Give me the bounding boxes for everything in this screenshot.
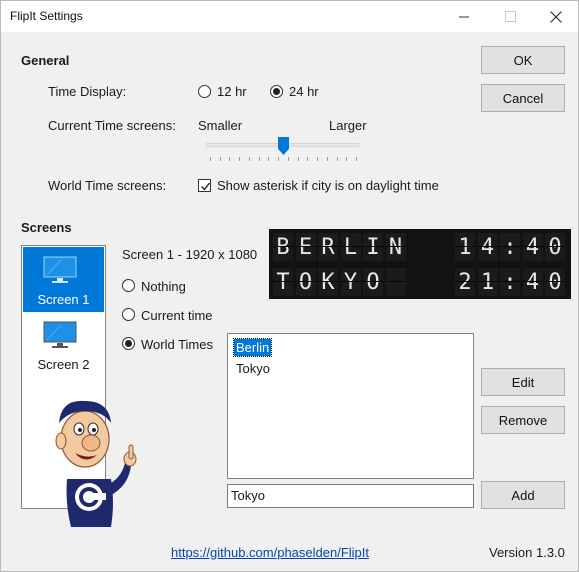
monitor-icon bbox=[43, 321, 77, 348]
flap-cell-time: : bbox=[500, 233, 520, 261]
slider-max-label: Larger bbox=[329, 118, 367, 133]
slider-tick bbox=[317, 157, 319, 161]
slider-tick bbox=[346, 157, 348, 161]
flap-cell-city: N bbox=[385, 233, 406, 261]
asterisk-checkbox[interactable] bbox=[198, 179, 211, 192]
slider-tick bbox=[239, 157, 241, 161]
remove-button[interactable]: Remove bbox=[481, 406, 565, 434]
flap-cell-city: I bbox=[363, 233, 383, 261]
flap-cell-city: B bbox=[273, 233, 293, 261]
flip-clock-preview: BERLIN14:40 TOKYO 21:40 bbox=[269, 229, 571, 299]
screen-item-2-label: Screen 2 bbox=[37, 357, 90, 372]
radio-nothing[interactable] bbox=[122, 279, 135, 292]
flap-cell-time: 1 bbox=[477, 268, 498, 296]
flap-cell-city: K bbox=[318, 268, 338, 296]
flap-cell-city: O bbox=[363, 268, 383, 296]
radio-world-times[interactable] bbox=[122, 337, 135, 350]
flap-cell-time: 4 bbox=[522, 268, 543, 296]
slider-min-label: Smaller bbox=[198, 118, 243, 133]
screens-heading: Screens bbox=[21, 220, 72, 235]
radio-current-time-label: Current time bbox=[141, 308, 213, 323]
slider-tick bbox=[307, 157, 309, 161]
cancel-button[interactable]: Cancel bbox=[481, 84, 565, 112]
window-title: FlipIt Settings bbox=[10, 9, 83, 23]
slider-tick bbox=[258, 157, 260, 161]
flap-cell-city: Y bbox=[340, 268, 361, 296]
flap-cell-city: E bbox=[295, 233, 316, 261]
flap-cell-city: R bbox=[318, 233, 338, 261]
city-input[interactable]: Tokyo bbox=[227, 484, 474, 508]
flap-cell-time: 4 bbox=[522, 233, 543, 261]
add-button[interactable]: Add bbox=[481, 481, 565, 509]
slider-tick bbox=[268, 157, 270, 161]
flap-cell-time: 0 bbox=[545, 268, 565, 296]
close-icon[interactable] bbox=[533, 1, 579, 32]
size-slider-thumb[interactable] bbox=[278, 137, 289, 155]
radio-12hr-label: 12 hr bbox=[217, 84, 247, 99]
list-item-berlin[interactable]: Berlin bbox=[232, 338, 273, 357]
flap-cell-city: T bbox=[273, 268, 293, 296]
radio-world-times-label: World Times bbox=[141, 337, 213, 352]
flap-cell-city bbox=[385, 268, 406, 296]
slider-tick bbox=[287, 157, 289, 161]
slider-tick bbox=[229, 157, 231, 161]
minimize-icon[interactable] bbox=[441, 1, 487, 32]
world-times-list[interactable]: Berlin Tokyo bbox=[227, 333, 474, 479]
general-heading: General bbox=[21, 53, 70, 68]
flap-cell-time: 2 bbox=[455, 268, 475, 296]
checkmark-icon bbox=[201, 182, 211, 191]
slider-tick bbox=[297, 157, 299, 161]
list-item-tokyo[interactable]: Tokyo bbox=[234, 360, 272, 377]
radio-nothing-label: Nothing bbox=[141, 279, 186, 294]
slider-tick bbox=[336, 157, 338, 161]
screen-detail: Screen 1 - 1920 x 1080 bbox=[122, 247, 258, 262]
flap-cell-city: O bbox=[295, 268, 316, 296]
world-time-label: World Time screens: bbox=[48, 178, 167, 193]
current-time-label: Current Time screens: bbox=[48, 118, 176, 133]
radio-24hr[interactable] bbox=[270, 85, 283, 98]
title-bar: FlipIt Settings bbox=[1, 1, 578, 32]
radio-current-time[interactable] bbox=[122, 308, 135, 321]
version-label: Version 1.3.0 bbox=[489, 545, 565, 560]
radio-12hr[interactable] bbox=[198, 85, 211, 98]
slider-tick bbox=[248, 157, 250, 161]
slider-tick bbox=[210, 157, 211, 161]
ok-button[interactable]: OK bbox=[481, 46, 565, 74]
flap-cell-time: : bbox=[500, 268, 520, 296]
settings-window: FlipIt Settings OK Cancel General Time D… bbox=[0, 0, 579, 572]
flap-cell-city: L bbox=[340, 233, 361, 261]
radio-24hr-label: 24 hr bbox=[289, 84, 319, 99]
screen-item-1-label: Screen 1 bbox=[37, 292, 90, 307]
screen-item-1[interactable]: Screen 1 bbox=[23, 247, 104, 312]
flap-cell-time: 1 bbox=[455, 233, 475, 261]
maximize-icon bbox=[487, 1, 533, 32]
time-display-label: Time Display: bbox=[48, 84, 127, 99]
slider-tick bbox=[219, 157, 221, 161]
slider-tick bbox=[326, 157, 328, 161]
monitor-icon bbox=[43, 256, 77, 283]
mascot-illustration bbox=[55, 400, 137, 527]
flap-cell-time: 0 bbox=[545, 233, 565, 261]
edit-button[interactable]: Edit bbox=[481, 368, 565, 396]
screen-item-2[interactable]: Screen 2 bbox=[23, 312, 104, 377]
slider-tick bbox=[278, 157, 280, 161]
asterisk-checkbox-label: Show asterisk if city is on daylight tim… bbox=[217, 178, 439, 193]
github-link[interactable]: https://github.com/phaselden/FlipIt bbox=[171, 545, 369, 560]
flap-cell-time: 4 bbox=[477, 233, 498, 261]
slider-tick bbox=[356, 157, 357, 161]
